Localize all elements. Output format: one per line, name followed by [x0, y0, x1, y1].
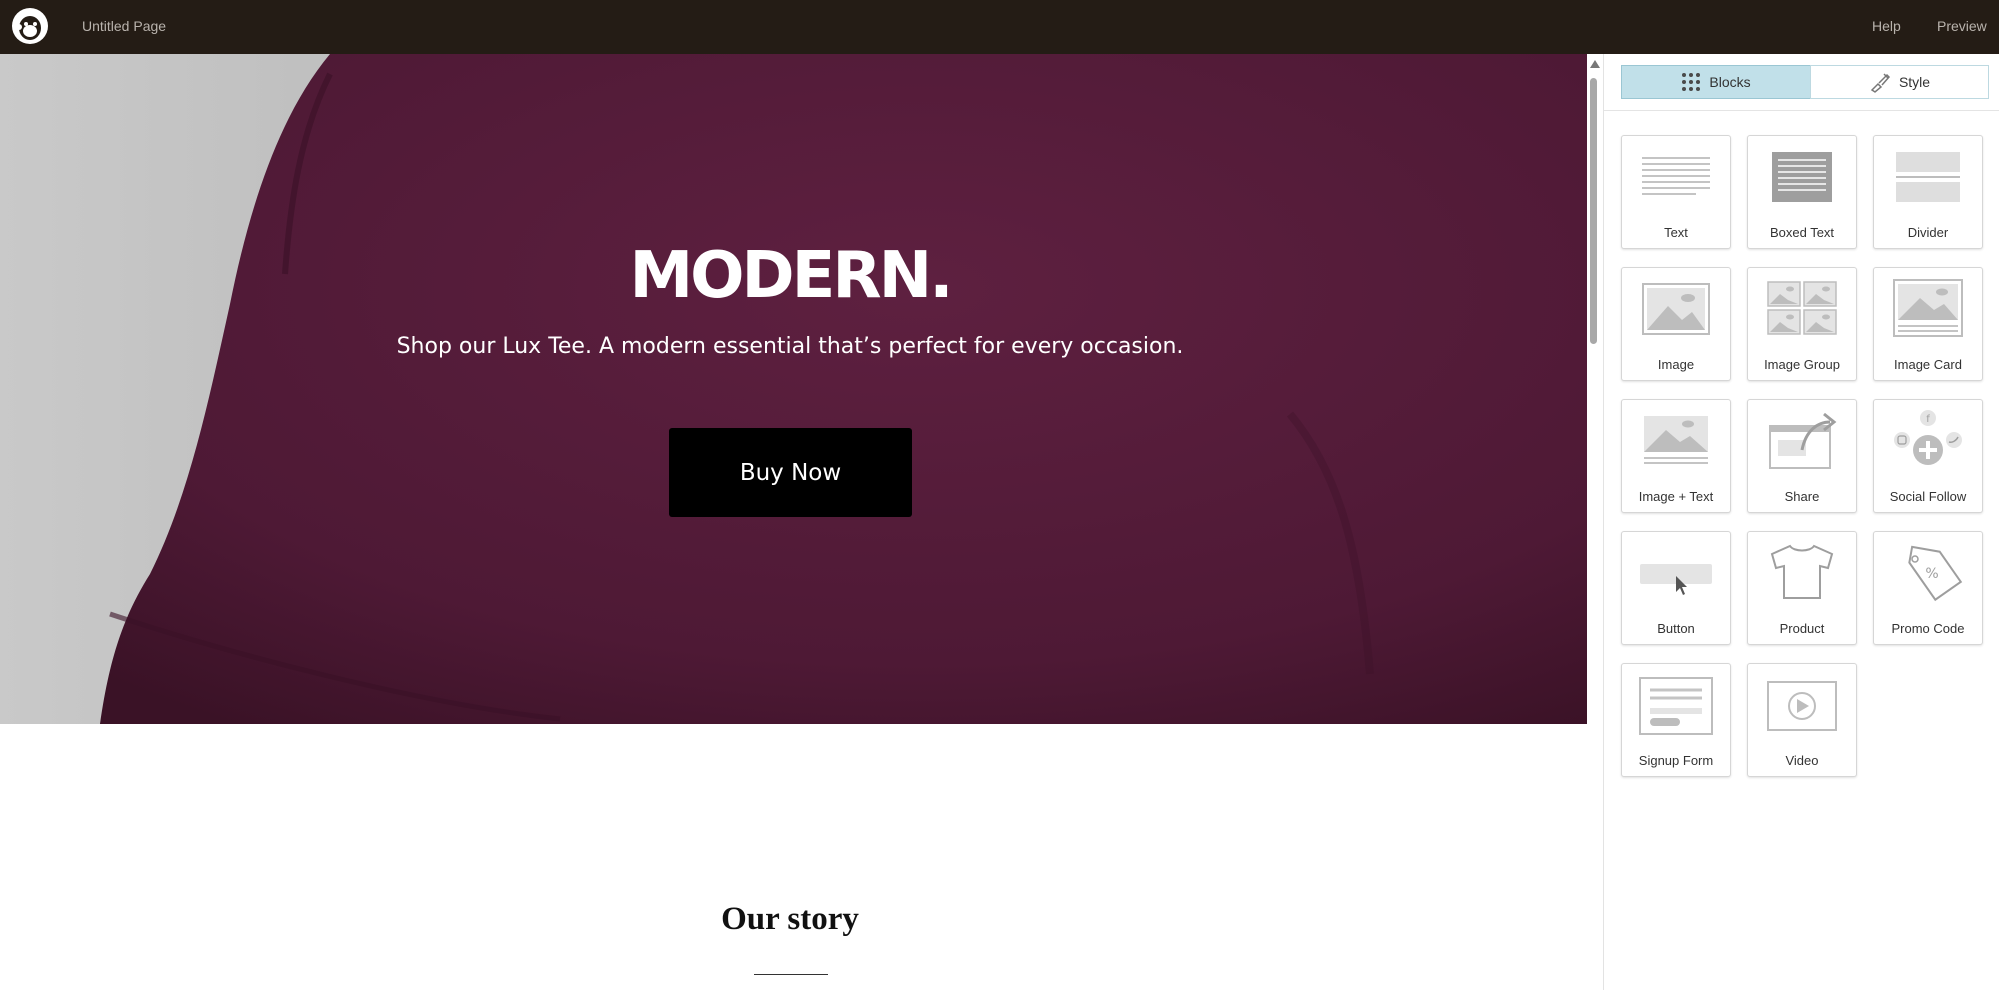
block-button[interactable]: Button — [1621, 531, 1731, 645]
block-image-group[interactable]: Image Group — [1747, 267, 1857, 381]
block-video[interactable]: Video — [1747, 663, 1857, 777]
block-share[interactable]: Share — [1747, 399, 1857, 513]
page-canvas: MODERN. Shop our Lux Tee. A modern essen… — [0, 54, 1587, 990]
block-text[interactable]: Text — [1621, 135, 1731, 249]
boxed-text-block-icon — [1772, 152, 1832, 202]
block-label: Product — [1779, 621, 1825, 636]
block-image-text[interactable]: Image + Text — [1621, 399, 1731, 513]
image-group-block-icon — [1767, 281, 1837, 335]
help-link[interactable]: Help — [1872, 18, 1901, 34]
block-label: Boxed Text — [1769, 225, 1835, 240]
block-image[interactable]: Image — [1621, 267, 1731, 381]
grid-dots-icon — [1681, 72, 1701, 92]
blocks-panel: Blocks Style Text Boxed Text Divider Ima… — [1603, 54, 1999, 990]
video-block-icon — [1767, 681, 1837, 731]
tab-style-label: Style — [1898, 74, 1931, 90]
block-label: Text — [1664, 225, 1688, 240]
paint-brush-icon — [1869, 71, 1891, 93]
divider-block-icon — [1896, 152, 1960, 202]
text-block-icon — [1642, 157, 1710, 195]
page-title[interactable]: Untitled Page — [82, 18, 166, 34]
block-label: Image Group — [1764, 357, 1840, 372]
social-follow-block-icon: f — [1894, 410, 1962, 465]
our-story-heading: Our story — [721, 901, 859, 937]
block-label: Image — [1657, 357, 1695, 372]
preview-link[interactable]: Preview — [1937, 18, 1987, 34]
top-bar: Untitled Page Help Preview — [0, 0, 1999, 54]
block-label: Promo Code — [1891, 621, 1965, 636]
hero-section[interactable]: MODERN. Shop our Lux Tee. A modern essen… — [0, 54, 1587, 724]
block-signup-form[interactable]: Signup Form — [1621, 663, 1731, 777]
hero-background-image — [0, 54, 1587, 724]
svg-text:%: % — [1925, 566, 1938, 582]
block-image-card[interactable]: Image Card — [1873, 267, 1983, 381]
hero-title: MODERN. — [629, 239, 953, 313]
button-block-icon — [1640, 564, 1712, 595]
block-label: Image Card — [1894, 357, 1962, 372]
buy-now-button[interactable]: Buy Now — [669, 428, 912, 517]
block-label: Share — [1784, 489, 1820, 504]
block-product[interactable]: Product — [1747, 531, 1857, 645]
svg-text:f: f — [1926, 414, 1930, 425]
block-label: Divider — [1907, 225, 1949, 240]
scrollbar-thumb[interactable] — [1590, 78, 1597, 344]
panel-divider — [1604, 110, 1999, 111]
block-label: Video — [1785, 753, 1819, 768]
tab-blocks-label: Blocks — [1709, 74, 1751, 90]
signup-form-block-icon — [1639, 677, 1713, 735]
story-divider — [754, 974, 828, 975]
image-block-icon — [1642, 283, 1710, 335]
mailchimp-logo-icon[interactable] — [10, 6, 50, 46]
image-text-block-icon — [1644, 416, 1708, 464]
panel-tabs: Blocks Style — [1621, 65, 1989, 99]
block-label: Image + Text — [1638, 489, 1714, 504]
share-block-icon — [1769, 412, 1837, 469]
image-card-block-icon — [1893, 279, 1963, 337]
hero-subtitle: Shop our Lux Tee. A modern essential tha… — [396, 334, 1184, 359]
block-label: Social Follow — [1889, 489, 1967, 504]
block-label: Button — [1657, 621, 1695, 636]
block-label: Signup Form — [1638, 753, 1714, 768]
block-social-follow[interactable]: f Social Follow — [1873, 399, 1983, 513]
promo-code-block-icon: % — [1908, 545, 1963, 602]
scroll-up-arrow-icon[interactable] — [1590, 60, 1600, 68]
block-divider[interactable]: Divider — [1873, 135, 1983, 249]
tab-style[interactable]: Style — [1810, 65, 1989, 99]
block-boxed-text[interactable]: Boxed Text — [1747, 135, 1857, 249]
tab-blocks[interactable]: Blocks — [1621, 65, 1811, 99]
product-block-icon — [1770, 544, 1834, 599]
block-promo-code[interactable]: % Promo Code — [1873, 531, 1983, 645]
